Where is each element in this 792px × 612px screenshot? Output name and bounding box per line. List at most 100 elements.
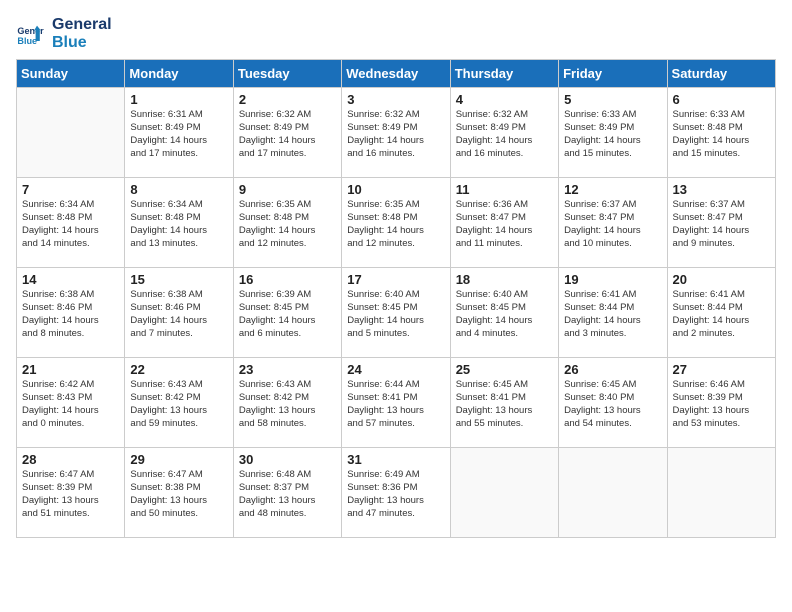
- day-number: 18: [456, 272, 553, 287]
- day-info: Sunrise: 6:40 AM Sunset: 8:45 PM Dayligh…: [347, 289, 444, 340]
- week-row-1: 1 Sunrise: 6:31 AM Sunset: 8:49 PM Daylig…: [17, 88, 776, 178]
- day-number: 24: [347, 362, 444, 377]
- day-number: 10: [347, 182, 444, 197]
- week-row-3: 14Sunrise: 6:38 AM Sunset: 8:46 PM Dayli…: [17, 268, 776, 358]
- day-info: Sunrise: 6:42 AM Sunset: 8:43 PM Dayligh…: [22, 379, 119, 430]
- day-number: 23: [239, 362, 336, 377]
- day-cell: 23 Sunrise: 6:43 AM Sunset: 8:42 PM Dayli…: [233, 358, 341, 448]
- day-cell: 11 Sunrise: 6:36 AM Sunset: 8:47 PM Dayli…: [450, 178, 558, 268]
- day-number: 30: [239, 452, 336, 467]
- day-info: Sunrise: 6:49 AM Sunset: 8:36 PM Dayligh…: [347, 469, 444, 520]
- day-cell: 1 Sunrise: 6:31 AM Sunset: 8:49 PM Daylig…: [125, 88, 233, 178]
- day-cell: 30Sunrise: 6:48 AM Sunset: 8:37 PM Dayli…: [233, 448, 341, 538]
- day-cell: 29Sunrise: 6:47 AM Sunset: 8:38 PM Dayli…: [125, 448, 233, 538]
- logo-text-general: General: [52, 16, 112, 34]
- day-info: Sunrise: 6:47 AM Sunset: 8:39 PM Dayligh…: [22, 469, 119, 520]
- logo: General Blue General Blue: [16, 16, 112, 51]
- day-number: 12: [564, 182, 661, 197]
- day-cell: 28 Sunrise: 6:47 AM Sunset: 8:39 PM Dayli…: [17, 448, 125, 538]
- day-number: 7: [22, 182, 119, 197]
- day-cell: 2Sunrise: 6:32 AM Sunset: 8:49 PM Daylig…: [233, 88, 341, 178]
- col-header-thursday: Thursday: [450, 60, 558, 88]
- day-cell: 6Sunrise: 6:33 AM Sunset: 8:48 PM Daylig…: [667, 88, 775, 178]
- col-header-sunday: Sunday: [17, 60, 125, 88]
- week-row-4: 21 Sunrise: 6:42 AM Sunset: 8:43 PM Dayli…: [17, 358, 776, 448]
- day-cell: 19Sunrise: 6:41 AM Sunset: 8:44 PM Dayli…: [559, 268, 667, 358]
- day-info: Sunrise: 6:41 AM Sunset: 8:44 PM Dayligh…: [564, 289, 661, 340]
- day-cell: 24 Sunrise: 6:44 AM Sunset: 8:41 PM Dayli…: [342, 358, 450, 448]
- day-info: Sunrise: 6:41 AM Sunset: 8:44 PM Dayligh…: [673, 289, 770, 340]
- day-number: 4: [456, 92, 553, 107]
- day-number: 17: [347, 272, 444, 287]
- day-number: 15: [130, 272, 227, 287]
- day-info: Sunrise: 6:39 AM Sunset: 8:45 PM Dayligh…: [239, 289, 336, 340]
- day-info: Sunrise: 6:37 AM Sunset: 8:47 PM Dayligh…: [564, 199, 661, 250]
- day-number: 28: [22, 452, 119, 467]
- day-number: 8: [130, 182, 227, 197]
- day-number: 22: [130, 362, 227, 377]
- day-number: 3: [347, 92, 444, 107]
- day-cell: 27 Sunrise: 6:46 AM Sunset: 8:39 PM Dayli…: [667, 358, 775, 448]
- day-cell: 10 Sunrise: 6:35 AM Sunset: 8:48 PM Dayli…: [342, 178, 450, 268]
- day-number: 27: [673, 362, 770, 377]
- day-number: 31: [347, 452, 444, 467]
- logo-icon: General Blue: [16, 20, 44, 48]
- day-cell: 17 Sunrise: 6:40 AM Sunset: 8:45 PM Dayli…: [342, 268, 450, 358]
- day-info: Sunrise: 6:38 AM Sunset: 8:46 PM Dayligh…: [130, 289, 227, 340]
- day-cell: 20 Sunrise: 6:41 AM Sunset: 8:44 PM Dayli…: [667, 268, 775, 358]
- day-cell: 21 Sunrise: 6:42 AM Sunset: 8:43 PM Dayli…: [17, 358, 125, 448]
- col-header-monday: Monday: [125, 60, 233, 88]
- day-info: Sunrise: 6:32 AM Sunset: 8:49 PM Dayligh…: [239, 109, 336, 160]
- day-cell: 5 Sunrise: 6:33 AM Sunset: 8:49 PM Daylig…: [559, 88, 667, 178]
- day-info: Sunrise: 6:43 AM Sunset: 8:42 PM Dayligh…: [130, 379, 227, 430]
- day-info: Sunrise: 6:35 AM Sunset: 8:48 PM Dayligh…: [347, 199, 444, 250]
- day-number: 21: [22, 362, 119, 377]
- day-cell: [450, 448, 558, 538]
- day-info: Sunrise: 6:32 AM Sunset: 8:49 PM Dayligh…: [347, 109, 444, 160]
- svg-text:General: General: [17, 26, 44, 36]
- day-number: 11: [456, 182, 553, 197]
- day-info: Sunrise: 6:45 AM Sunset: 8:41 PM Dayligh…: [456, 379, 553, 430]
- day-cell: 22 Sunrise: 6:43 AM Sunset: 8:42 PM Dayli…: [125, 358, 233, 448]
- day-cell: 18 Sunrise: 6:40 AM Sunset: 8:45 PM Dayli…: [450, 268, 558, 358]
- col-header-tuesday: Tuesday: [233, 60, 341, 88]
- day-cell: 26 Sunrise: 6:45 AM Sunset: 8:40 PM Dayli…: [559, 358, 667, 448]
- day-info: Sunrise: 6:34 AM Sunset: 8:48 PM Dayligh…: [130, 199, 227, 250]
- svg-text:Blue: Blue: [17, 35, 37, 45]
- day-cell: 9Sunrise: 6:35 AM Sunset: 8:48 PM Daylig…: [233, 178, 341, 268]
- day-cell: [17, 88, 125, 178]
- day-info: Sunrise: 6:36 AM Sunset: 8:47 PM Dayligh…: [456, 199, 553, 250]
- day-info: Sunrise: 6:32 AM Sunset: 8:49 PM Dayligh…: [456, 109, 553, 160]
- day-info: Sunrise: 6:45 AM Sunset: 8:40 PM Dayligh…: [564, 379, 661, 430]
- day-cell: 13 Sunrise: 6:37 AM Sunset: 8:47 PM Dayli…: [667, 178, 775, 268]
- day-info: Sunrise: 6:33 AM Sunset: 8:49 PM Dayligh…: [564, 109, 661, 160]
- day-number: 26: [564, 362, 661, 377]
- day-number: 25: [456, 362, 553, 377]
- day-cell: 16 Sunrise: 6:39 AM Sunset: 8:45 PM Dayli…: [233, 268, 341, 358]
- day-cell: 3 Sunrise: 6:32 AM Sunset: 8:49 PM Daylig…: [342, 88, 450, 178]
- day-info: Sunrise: 6:34 AM Sunset: 8:48 PM Dayligh…: [22, 199, 119, 250]
- day-number: 9: [239, 182, 336, 197]
- day-number: 29: [130, 452, 227, 467]
- day-info: Sunrise: 6:43 AM Sunset: 8:42 PM Dayligh…: [239, 379, 336, 430]
- logo-text-blue: Blue: [52, 34, 112, 52]
- day-info: Sunrise: 6:40 AM Sunset: 8:45 PM Dayligh…: [456, 289, 553, 340]
- day-info: Sunrise: 6:44 AM Sunset: 8:41 PM Dayligh…: [347, 379, 444, 430]
- day-cell: [667, 448, 775, 538]
- day-info: Sunrise: 6:31 AM Sunset: 8:49 PM Dayligh…: [130, 109, 227, 160]
- calendar-table: SundayMondayTuesdayWednesdayThursdayFrid…: [16, 59, 776, 538]
- day-info: Sunrise: 6:38 AM Sunset: 8:46 PM Dayligh…: [22, 289, 119, 340]
- day-info: Sunrise: 6:37 AM Sunset: 8:47 PM Dayligh…: [673, 199, 770, 250]
- day-cell: 7 Sunrise: 6:34 AM Sunset: 8:48 PM Daylig…: [17, 178, 125, 268]
- day-number: 16: [239, 272, 336, 287]
- day-number: 20: [673, 272, 770, 287]
- col-header-saturday: Saturday: [667, 60, 775, 88]
- day-number: 13: [673, 182, 770, 197]
- day-number: 1: [130, 92, 227, 107]
- col-header-friday: Friday: [559, 60, 667, 88]
- day-info: Sunrise: 6:46 AM Sunset: 8:39 PM Dayligh…: [673, 379, 770, 430]
- day-cell: 14Sunrise: 6:38 AM Sunset: 8:46 PM Dayli…: [17, 268, 125, 358]
- day-number: 5: [564, 92, 661, 107]
- day-cell: 12 Sunrise: 6:37 AM Sunset: 8:47 PM Dayli…: [559, 178, 667, 268]
- day-cell: 4 Sunrise: 6:32 AM Sunset: 8:49 PM Daylig…: [450, 88, 558, 178]
